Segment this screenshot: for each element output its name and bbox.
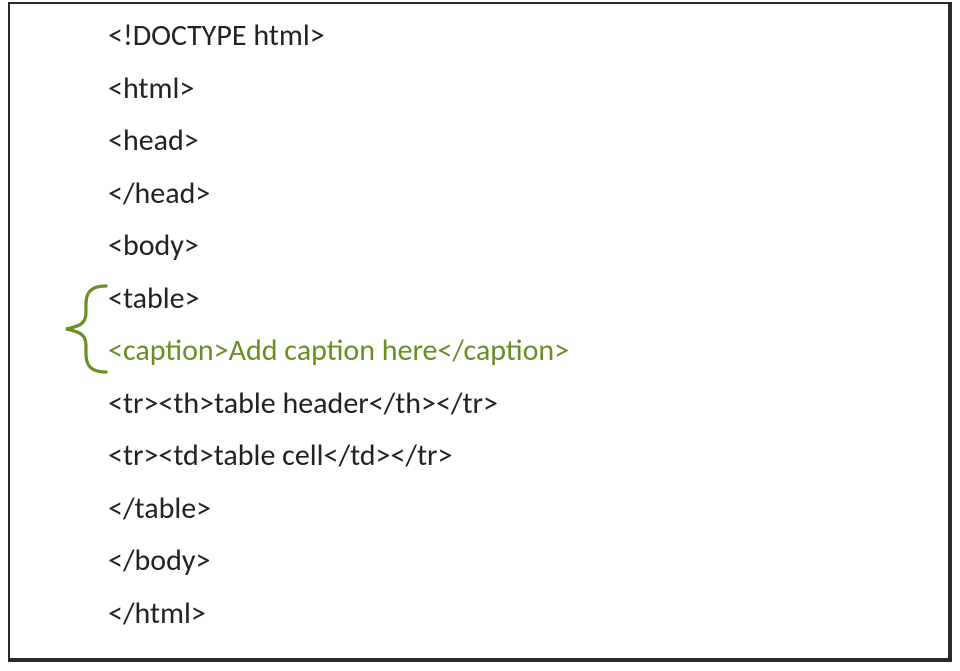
code-line-11: </html> bbox=[108, 588, 569, 641]
code-line-10: </body> bbox=[108, 535, 569, 588]
code-line-8: <tr><td>table cell</td></tr> bbox=[108, 430, 569, 483]
code-line-1: <html> bbox=[108, 63, 569, 116]
code-frame: <!DOCTYPE html> <html> <head> </head> <b… bbox=[8, 2, 952, 662]
code-line-4: <body> bbox=[108, 220, 569, 273]
code-line-2: <head> bbox=[108, 115, 569, 168]
code-line-0: <!DOCTYPE html> bbox=[108, 10, 569, 63]
code-line-5: <table> bbox=[108, 273, 569, 326]
code-line-7: <tr><th>table header</th></tr> bbox=[108, 378, 569, 431]
curly-brace-icon bbox=[48, 282, 108, 376]
code-line-9: </table> bbox=[108, 483, 569, 536]
code-line-3: </head> bbox=[108, 168, 569, 221]
code-block: <!DOCTYPE html> <html> <head> </head> <b… bbox=[108, 10, 569, 640]
code-line-caption-highlight: <caption>Add caption here</caption> bbox=[108, 325, 569, 378]
